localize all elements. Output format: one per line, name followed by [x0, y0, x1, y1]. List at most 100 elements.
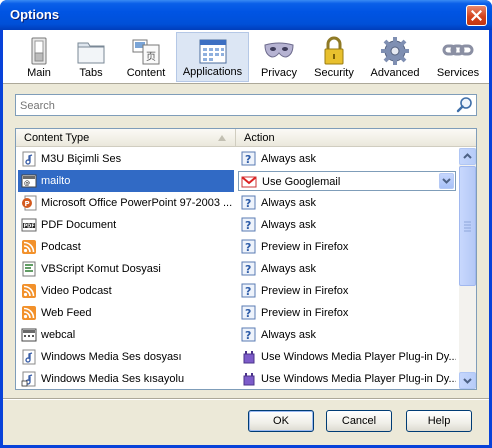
tab-privacy[interactable]: Privacy [255, 32, 303, 82]
security-lock-icon [324, 36, 344, 65]
svg-text:?: ? [245, 285, 251, 298]
table-row[interactable]: Video Podcast ? Preview in Firefox [16, 280, 459, 302]
help-button[interactable]: Help [406, 410, 472, 432]
feed-icon [22, 240, 36, 254]
row-type-cell: Podcast [18, 236, 234, 258]
tab-services[interactable]: Services [431, 32, 485, 82]
svg-text:@: @ [24, 180, 30, 187]
cancel-button[interactable]: Cancel [326, 410, 392, 432]
content-type-label: Windows Media Ses kısayolu [41, 373, 185, 385]
content-type-label: VBScript Komut Dosyasi [41, 263, 161, 275]
table-row-selected[interactable]: @ mailto Use Googlemail [16, 170, 459, 192]
svg-text:?: ? [245, 329, 251, 342]
tab-tabs[interactable]: Tabs [69, 32, 113, 82]
powerpoint-icon: P [22, 195, 37, 211]
audio-file-icon [22, 349, 36, 365]
table-rows: M3U Biçimli Ses ? Always ask @ mailto Us… [16, 148, 459, 389]
content-type-label: Podcast [41, 241, 81, 253]
content-icon: 页 [132, 39, 160, 65]
row-action-cell[interactable]: ? Always ask [238, 324, 456, 346]
pdf-icon: PDF [21, 218, 37, 232]
search-box[interactable] [15, 94, 477, 116]
dialog-body: Main Tabs 页 Content Applications Privacy… [3, 30, 489, 445]
scrollbar-thumb[interactable] [459, 166, 476, 286]
tab-main-label: Main [27, 67, 51, 79]
chevron-up-icon [463, 153, 472, 159]
svg-text:P: P [25, 200, 30, 208]
action-dropdown[interactable]: Use Googlemail [238, 171, 456, 191]
chevron-down-icon [463, 378, 472, 384]
window-title: Options [10, 7, 60, 22]
tab-advanced[interactable]: Advanced [367, 32, 423, 82]
column-header-action[interactable]: Action [236, 129, 458, 147]
tab-applications-label: Applications [182, 66, 243, 78]
ask-icon: ? [241, 283, 256, 298]
row-type-cell: VBScript Komut Dosyasi [18, 258, 234, 280]
action-label: Preview in Firefox [261, 285, 349, 297]
content-type-label: Video Podcast [41, 285, 112, 297]
table-row[interactable]: M3U Biçimli Ses ? Always ask [16, 148, 459, 170]
table-row[interactable]: VBScript Komut Dosyasi ? Always ask [16, 258, 459, 280]
main-switch-icon [31, 37, 47, 65]
row-type-cell: webcal [18, 324, 234, 346]
row-type-cell: PDF PDF Document [18, 214, 234, 236]
scroll-down-button[interactable] [459, 372, 476, 389]
dropdown-button[interactable] [439, 173, 454, 189]
action-label: Always ask [261, 153, 317, 165]
tab-applications[interactable]: Applications [176, 32, 249, 82]
row-action-cell[interactable]: ? Preview in Firefox [238, 280, 456, 302]
search-icon[interactable] [456, 96, 474, 114]
table-row[interactable]: P Microsoft Office PowerPoint 97-2003 ..… [16, 192, 459, 214]
row-action-cell[interactable]: ? Preview in Firefox [238, 302, 456, 324]
row-action-cell[interactable]: ? Always ask [238, 148, 456, 170]
action-label: Preview in Firefox [261, 241, 349, 253]
row-action-cell[interactable]: ? Always ask [238, 214, 456, 236]
row-type-cell: P Microsoft Office PowerPoint 97-2003 ..… [18, 192, 234, 214]
action-label: Use Windows Media Player Plug-in Dy... [261, 373, 456, 385]
content-type-label: M3U Biçimli Ses [41, 153, 122, 165]
row-action-cell[interactable]: ? Always ask [238, 192, 456, 214]
search-input[interactable] [20, 98, 440, 113]
plugin-icon [243, 351, 255, 364]
advanced-gear-icon [381, 37, 409, 65]
row-action-cell[interactable]: Use Windows Media Player Plug-in Dy... [238, 368, 456, 389]
ask-icon: ? [241, 239, 256, 254]
table-row[interactable]: webcal ? Always ask [16, 324, 459, 346]
content-type-label: Web Feed [41, 307, 92, 319]
tab-security[interactable]: Security [309, 32, 359, 82]
content-type-label: PDF Document [41, 219, 117, 231]
scroll-up-button[interactable] [459, 148, 476, 165]
table-row[interactable]: Web Feed ? Preview in Firefox [16, 302, 459, 324]
table-row[interactable]: Windows Media Ses kısayolu Use Windows M… [16, 368, 459, 389]
row-action-cell[interactable]: Use Windows Media Player Plug-in Dy... [238, 346, 456, 368]
table-row[interactable]: Windows Media Ses dosyası Use Windows Me… [16, 346, 459, 368]
row-type-cell: Windows Media Ses kısayolu [18, 368, 234, 389]
ask-icon: ? [241, 151, 256, 166]
content-type-label: Windows Media Ses dosyası [41, 351, 182, 363]
svg-text:?: ? [245, 307, 251, 320]
content-type-label: Microsoft Office PowerPoint 97-2003 ... [41, 197, 233, 209]
table-row[interactable]: Podcast ? Preview in Firefox [16, 236, 459, 258]
title-bar[interactable]: Options [0, 0, 492, 30]
applications-icon [199, 39, 226, 64]
ask-icon: ? [241, 305, 256, 320]
row-action-cell[interactable]: Use Googlemail [238, 170, 456, 192]
ok-button[interactable]: OK [248, 410, 314, 432]
feed-icon [22, 284, 36, 298]
table-row[interactable]: PDF PDF Document ? Always ask [16, 214, 459, 236]
svg-text:页: 页 [146, 51, 156, 63]
tab-content[interactable]: 页 Content [121, 32, 171, 82]
tab-privacy-label: Privacy [260, 67, 298, 79]
svg-text:?: ? [245, 241, 251, 254]
tab-security-label: Security [314, 67, 354, 79]
action-label: Always ask [261, 197, 317, 209]
vertical-scrollbar[interactable] [459, 148, 476, 389]
tab-main[interactable]: Main [15, 32, 63, 82]
close-button[interactable] [466, 5, 487, 26]
row-action-cell[interactable]: ? Preview in Firefox [238, 236, 456, 258]
column-header-content-type[interactable]: Content Type [16, 129, 236, 147]
vbscript-icon [22, 261, 36, 277]
content-type-label: webcal [41, 329, 76, 341]
feed-icon [22, 306, 36, 320]
row-action-cell[interactable]: ? Always ask [238, 258, 456, 280]
